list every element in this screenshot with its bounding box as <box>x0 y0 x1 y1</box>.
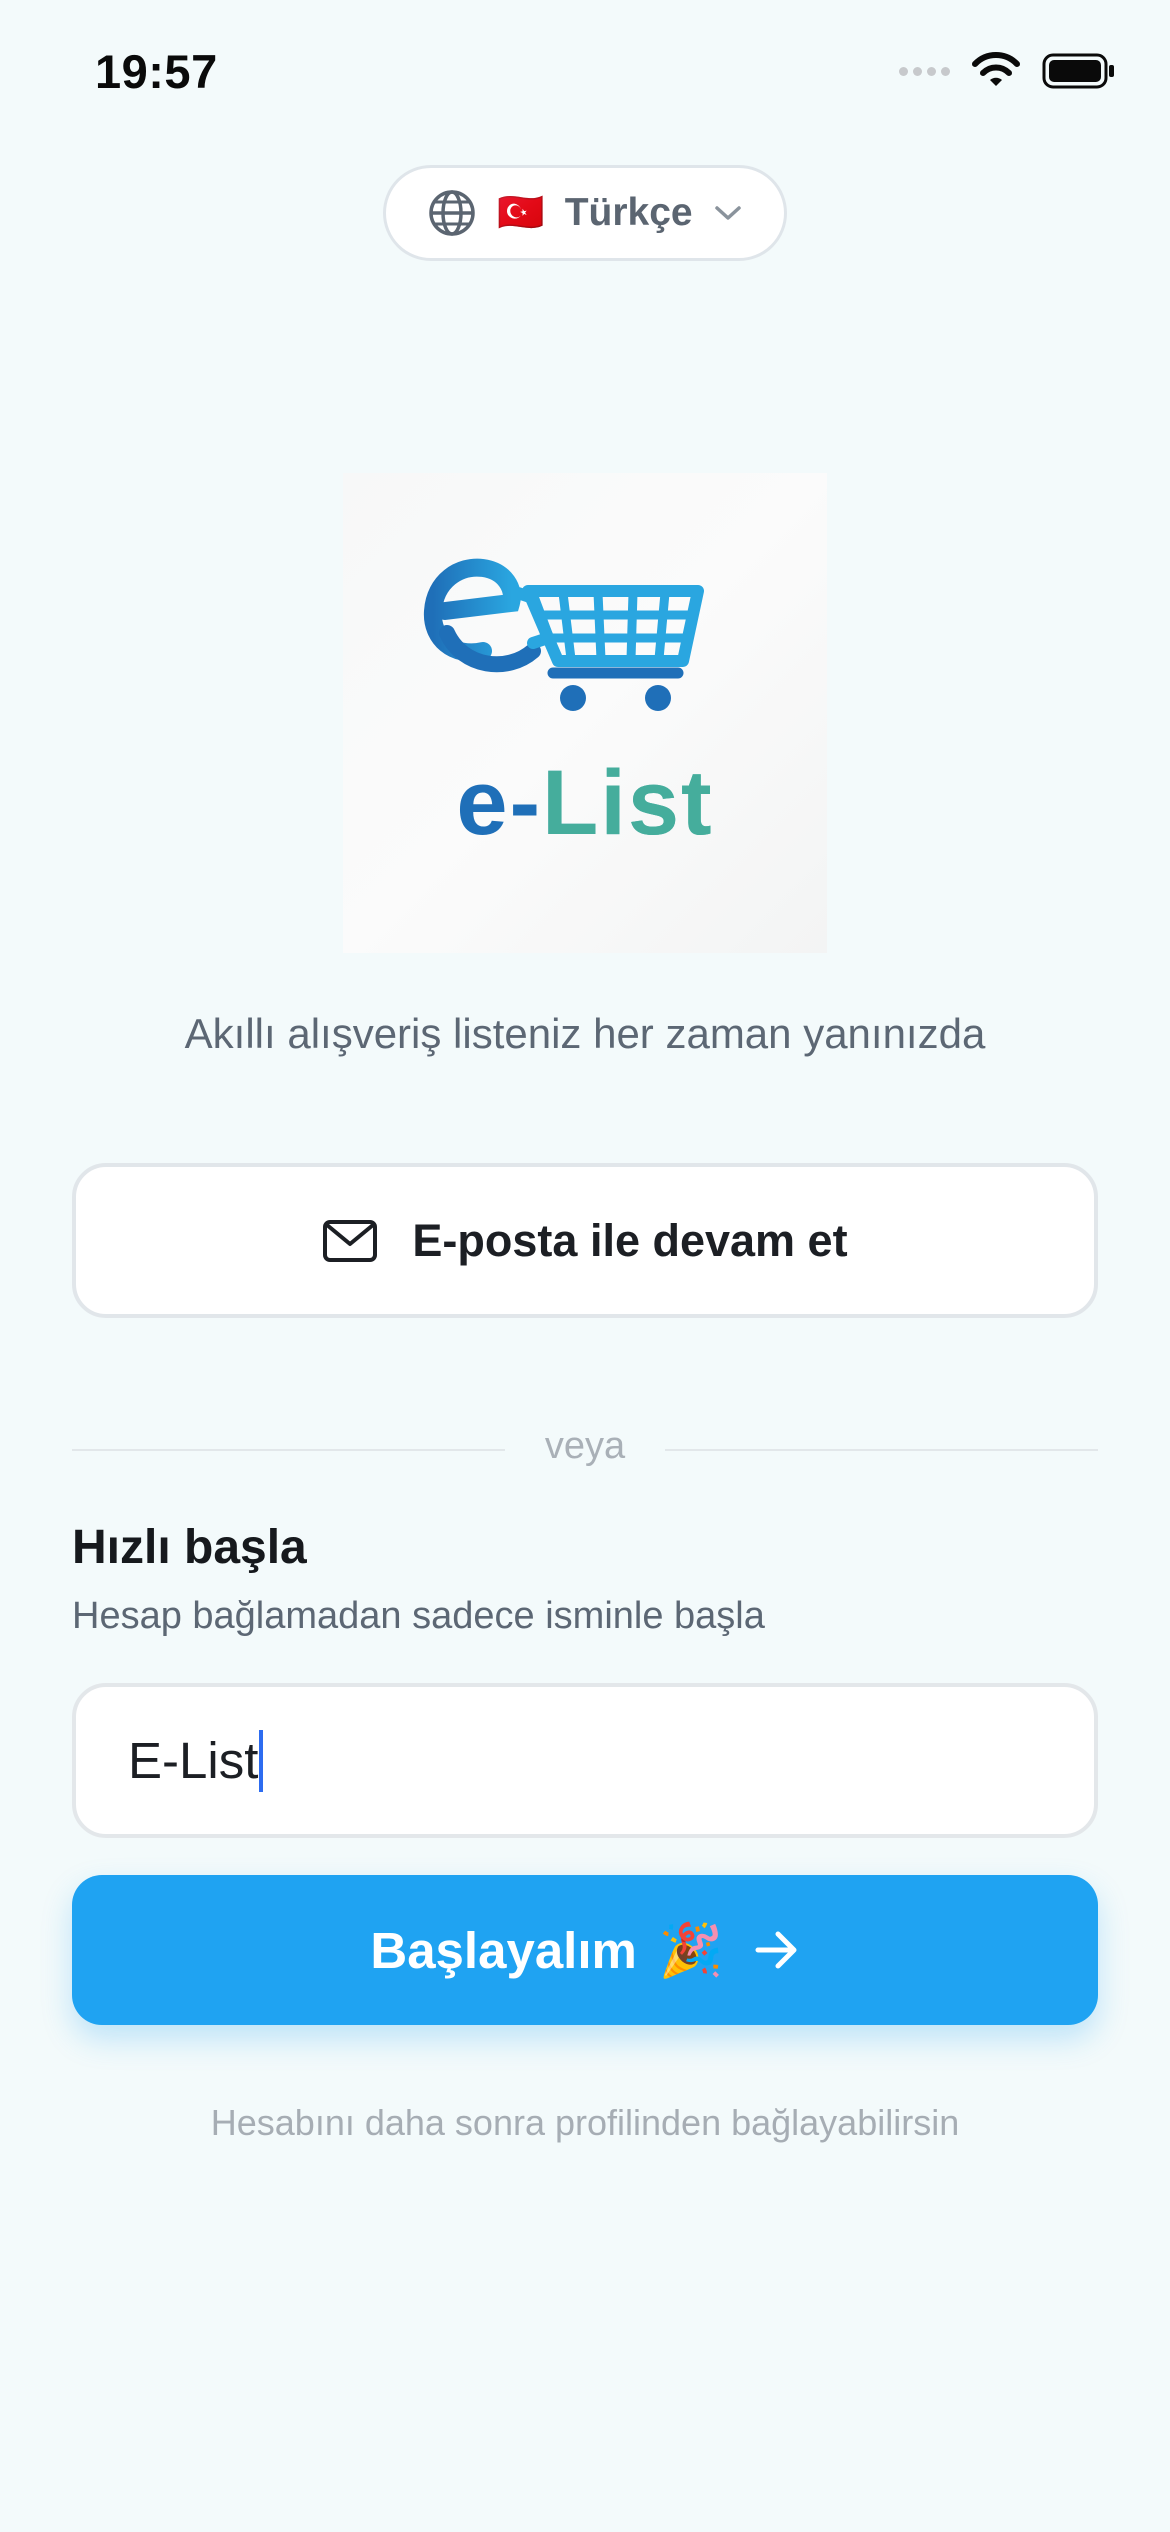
mail-icon <box>323 1219 378 1262</box>
shopping-cart-icon <box>423 558 704 711</box>
party-popper-icon: 🎉 <box>658 1921 724 1980</box>
divider-line-left <box>72 1449 505 1451</box>
language-selector[interactable]: 🇹🇷 Türkçe <box>383 165 787 261</box>
quick-start-title: Hızlı başla <box>72 1521 307 1574</box>
app-logo: e-List <box>343 473 827 953</box>
language-label: Türkçe <box>564 191 693 234</box>
status-icons <box>899 52 1116 90</box>
arrow-right-icon <box>755 1931 797 1969</box>
start-button[interactable]: Başlayalım 🎉 <box>72 1875 1098 2025</box>
name-input-value: E-List <box>128 1732 259 1789</box>
signal-icon <box>899 66 950 76</box>
globe-icon <box>429 190 476 236</box>
status-time: 19:57 <box>95 45 218 98</box>
text-caret <box>259 1729 264 1792</box>
divider-line-right <box>665 1449 1098 1451</box>
footnote: Hesabını daha sonra profilinden bağlayab… <box>210 2102 960 2143</box>
email-continue-button[interactable]: E-posta ile devam et <box>72 1163 1098 1318</box>
wifi-icon <box>972 52 1020 86</box>
start-button-label: Başlayalım <box>370 1921 637 1979</box>
quick-start-subtitle: Hesap bağlamadan sadece isminle başla <box>72 1595 765 1637</box>
chevron-down-icon <box>714 206 741 220</box>
name-input[interactable]: E-List <box>72 1683 1098 1838</box>
email-button-label: E-posta ile devam et <box>412 1214 848 1266</box>
flag-icon: 🇹🇷 <box>497 192 545 234</box>
divider-text: veya <box>544 1425 626 1467</box>
logo-wordmark: e-List <box>456 752 714 854</box>
battery-icon <box>1042 53 1114 89</box>
tagline: Akıllı alışveriş listeniz her zaman yanı… <box>184 1010 986 1057</box>
